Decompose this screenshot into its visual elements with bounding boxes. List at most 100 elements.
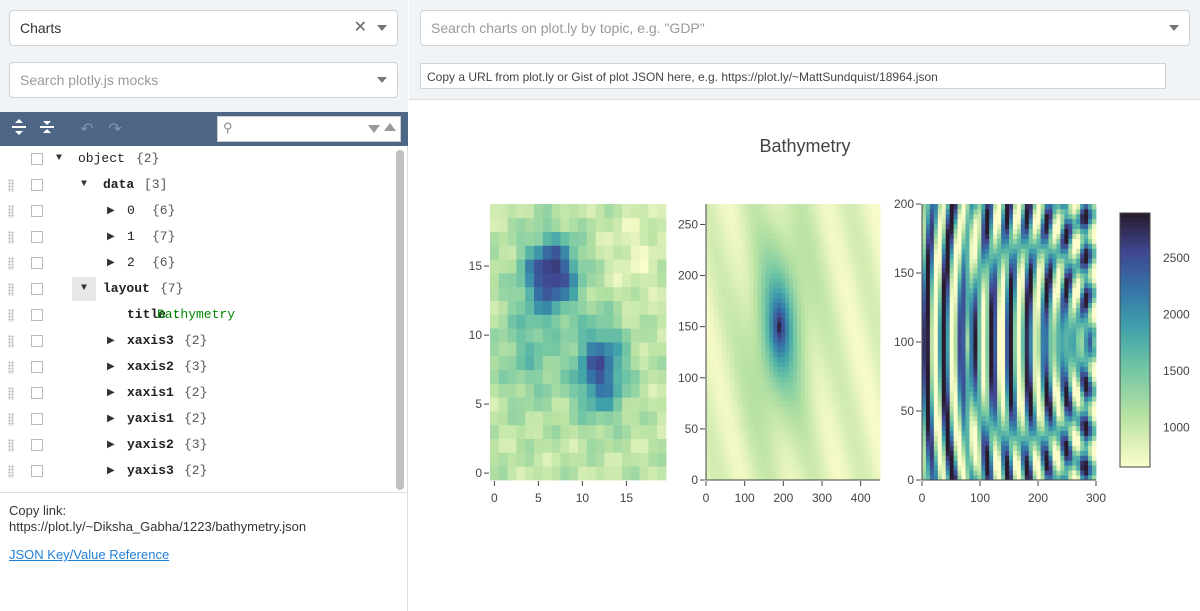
heatmap-cell <box>937 415 943 422</box>
row-checkbox[interactable] <box>31 309 43 321</box>
chart-search-select[interactable]: Search charts on plot.ly by topic, e.g. … <box>420 10 1190 46</box>
tree-row-yaxis1[interactable]: ▶ yaxis1 {2} <box>0 406 392 432</box>
heatmap-cell <box>804 435 810 441</box>
row-checkbox[interactable] <box>31 257 43 269</box>
tree-row-xaxis2[interactable]: ▶ xaxis2 {3} <box>0 354 392 380</box>
row-checkbox[interactable] <box>31 231 43 243</box>
drag-handle-icon[interactable] <box>8 309 14 322</box>
tree-row-xaxis3[interactable]: ▶ xaxis3 {2} <box>0 328 392 354</box>
mode-select[interactable]: Charts ✕ <box>9 10 398 46</box>
chevron-down-icon[interactable] <box>1169 25 1179 31</box>
heatmap-cell <box>828 406 833 412</box>
heatmap-cell <box>953 204 958 210</box>
mock-search-select[interactable]: Search plotly.js mocks <box>9 62 398 98</box>
drag-handle-icon[interactable] <box>8 413 14 426</box>
row-checkbox[interactable] <box>31 439 43 451</box>
drag-handle-icon[interactable] <box>8 231 14 244</box>
tree-row-data-0[interactable]: ▶ 0 {6} <box>0 198 392 224</box>
heatmap-cell <box>1044 381 1049 387</box>
tree-row-layout[interactable]: ▼ layout {7} <box>0 276 392 302</box>
tree-row-yaxis2[interactable]: ▶ yaxis2 {3} <box>0 432 392 458</box>
drag-handle-icon[interactable] <box>8 205 14 218</box>
tree-search-input[interactable]: ⚲ <box>217 116 401 142</box>
collapsed-triangle-icon[interactable]: ▶ <box>107 335 115 347</box>
tree-row-data[interactable]: ▼ data [3] <box>0 172 392 198</box>
json-url-input[interactable]: Copy a URL from plot.ly or Gist of plot … <box>420 63 1166 89</box>
collapse-all-icon[interactable] <box>38 118 56 141</box>
heatmap-cell <box>868 253 873 259</box>
collapsed-triangle-icon[interactable]: ▶ <box>107 205 115 217</box>
heatmap-cell <box>1056 435 1061 441</box>
expanded-triangle-icon[interactable]: ▼ <box>56 153 62 164</box>
heatmap-cell <box>852 277 857 284</box>
heatmap-cell <box>844 391 849 397</box>
previous-result-icon[interactable] <box>384 123 396 131</box>
heatmap-cell <box>749 277 754 284</box>
tree-row-data-2[interactable]: ▶ 2 {6} <box>0 250 392 276</box>
tree-row-object[interactable]: ▼ object {2} <box>0 146 392 172</box>
chevron-down-icon[interactable] <box>377 25 387 31</box>
collapsed-triangle-icon[interactable]: ▶ <box>107 413 115 425</box>
heatmap-cell <box>925 273 931 279</box>
heatmap-cell <box>844 435 849 441</box>
drag-handle-icon[interactable] <box>8 439 14 452</box>
expanded-triangle-icon[interactable]: ▼ <box>81 283 87 294</box>
heatmap-cell <box>1036 381 1042 387</box>
tree-row-data-1[interactable]: ▶ 1 {7} <box>0 224 392 250</box>
drag-handle-icon[interactable] <box>8 335 14 348</box>
row-checkbox[interactable] <box>31 335 43 347</box>
row-checkbox[interactable] <box>31 205 43 217</box>
tree-scrollbar[interactable] <box>396 150 404 490</box>
expand-all-icon[interactable] <box>10 118 28 141</box>
heatmap-cell <box>945 366 951 372</box>
copy-link-url[interactable]: https://plot.ly/~Diksha_Gabha/1223/bathy… <box>9 519 399 535</box>
tree-string-value[interactable]: Bathymetry <box>157 307 235 322</box>
collapsed-triangle-icon[interactable]: ▶ <box>107 231 115 243</box>
tree-row-yaxis3[interactable]: ▶ yaxis3 {2} <box>0 458 392 484</box>
next-result-icon[interactable] <box>368 125 380 133</box>
heatmap-cell <box>717 292 723 299</box>
heatmap-cell <box>989 277 994 284</box>
json-reference-link[interactable]: JSON Key/Value Reference <box>9 547 399 563</box>
heatmap-cell <box>804 351 810 358</box>
collapsed-triangle-icon[interactable]: ▶ <box>107 361 115 373</box>
drag-handle-icon[interactable] <box>8 283 14 296</box>
heatmap-cell <box>1040 327 1045 333</box>
drag-handle-icon[interactable] <box>8 465 14 478</box>
heatmap-cell <box>933 258 939 264</box>
heatmap-cell <box>965 287 970 294</box>
heatmap-cell <box>1056 381 1061 387</box>
chevron-down-icon[interactable] <box>377 77 387 83</box>
row-checkbox[interactable] <box>31 283 43 295</box>
tree-row-xaxis1[interactable]: ▶ xaxis1 {2} <box>0 380 392 406</box>
heatmap-cell <box>961 317 966 323</box>
collapsed-triangle-icon[interactable]: ▶ <box>107 439 115 451</box>
row-checkbox[interactable] <box>31 413 43 425</box>
collapsed-triangle-icon[interactable]: ▶ <box>107 257 115 269</box>
tree-row-title[interactable]: title : Bathymetry <box>0 302 392 328</box>
undo-icon[interactable]: ↶ <box>78 119 96 139</box>
heatmap-cell <box>945 440 951 446</box>
expanded-triangle-icon[interactable]: ▼ <box>81 179 87 190</box>
drag-handle-icon[interactable] <box>8 361 14 374</box>
row-checkbox[interactable] <box>31 465 43 477</box>
row-checkbox[interactable] <box>31 153 43 165</box>
heatmap-cell <box>757 317 762 323</box>
heatmap-cell <box>749 204 754 210</box>
heatmap-cell <box>989 406 994 412</box>
heatmap-cell <box>737 401 742 407</box>
drag-handle-icon[interactable] <box>8 387 14 400</box>
redo-icon[interactable]: ↷ <box>106 119 124 139</box>
row-checkbox[interactable] <box>31 361 43 373</box>
collapsed-triangle-icon[interactable]: ▶ <box>107 387 115 399</box>
heatmap-cell <box>973 376 978 382</box>
row-checkbox[interactable] <box>31 387 43 399</box>
heatmap-cell <box>969 337 974 343</box>
drag-handle-icon[interactable] <box>8 179 14 192</box>
clear-icon[interactable]: ✕ <box>354 20 367 36</box>
heatmap-cell <box>945 317 951 323</box>
row-checkbox[interactable] <box>31 179 43 191</box>
collapsed-triangle-icon[interactable]: ▶ <box>107 465 115 477</box>
heatmap-cell <box>800 307 806 313</box>
drag-handle-icon[interactable] <box>8 257 14 270</box>
